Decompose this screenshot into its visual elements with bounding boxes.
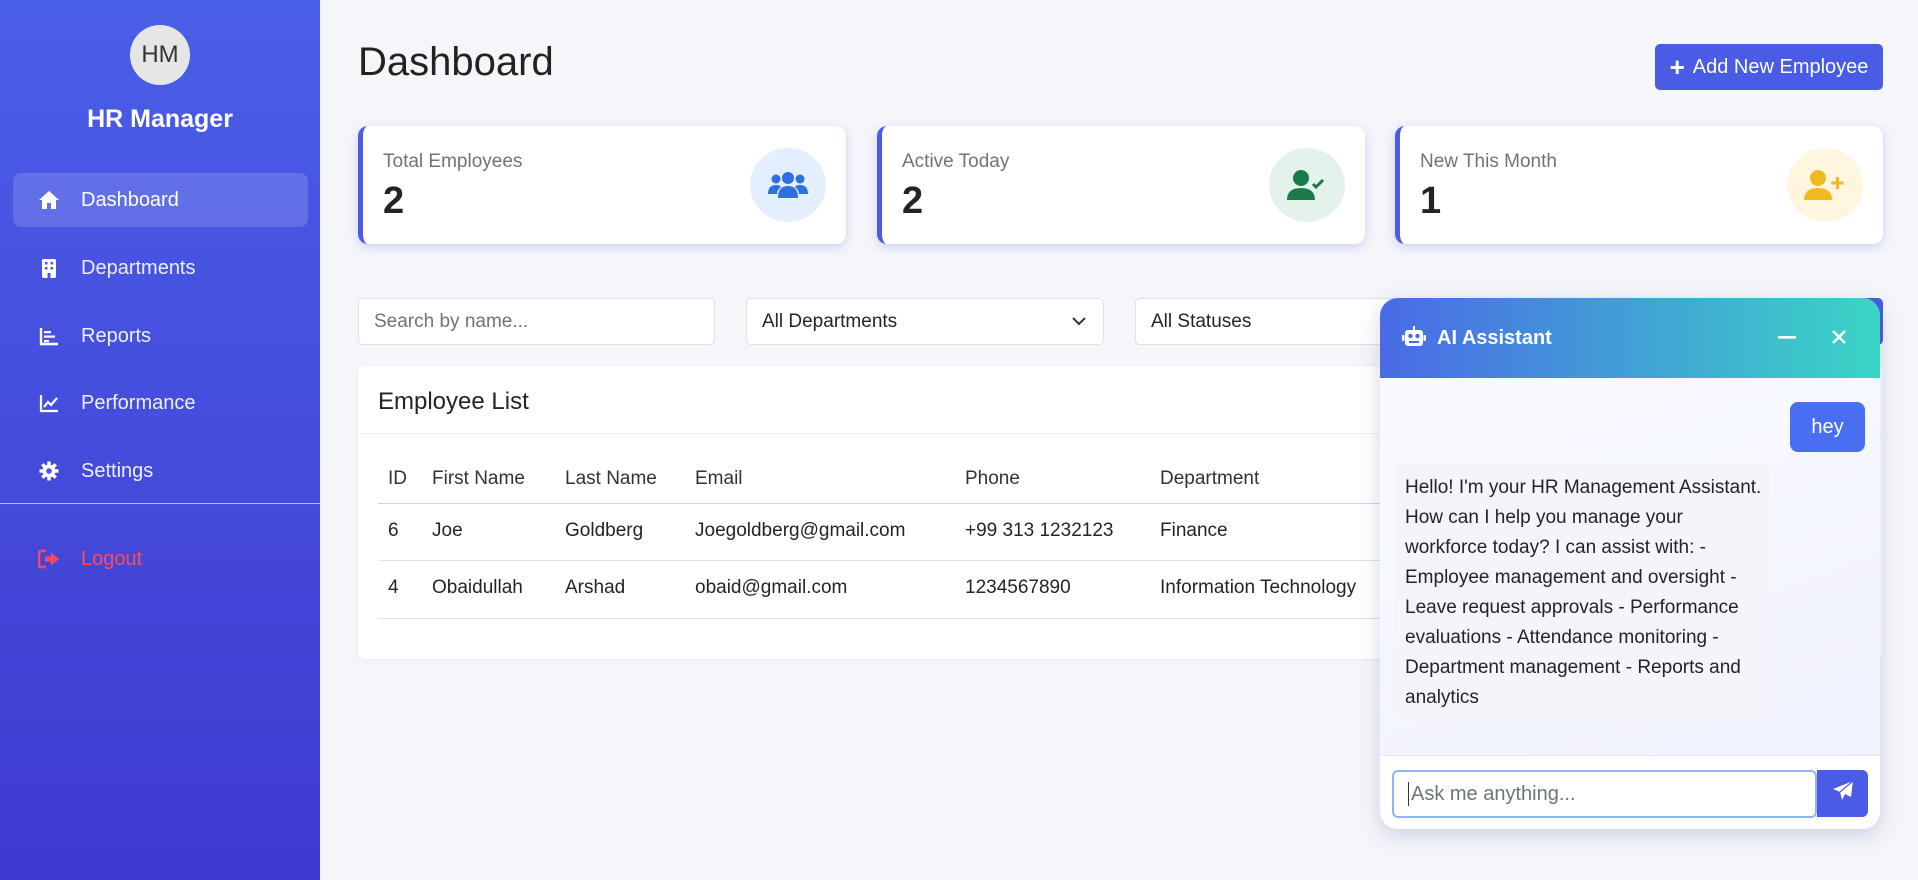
- stat-card-total-employees: Total Employees 2: [358, 126, 846, 244]
- users-icon: [750, 148, 826, 222]
- sidebar: HM HR Manager Dashboard Departments Repo…: [0, 0, 320, 880]
- cell-phone: +99 313 1232123: [965, 520, 1114, 541]
- gear-icon: [37, 459, 61, 483]
- stat-label: Active Today: [902, 151, 1010, 172]
- building-icon: [37, 256, 61, 280]
- sidebar-item-departments[interactable]: Departments: [13, 241, 308, 295]
- sidebar-item-settings[interactable]: Settings: [13, 444, 308, 498]
- send-button[interactable]: [1817, 770, 1868, 817]
- stat-card-new-this-month: New This Month 1: [1395, 126, 1883, 244]
- column-header-phone[interactable]: Phone: [965, 468, 1020, 490]
- avatar: HM: [130, 25, 190, 85]
- cell-id: 6: [388, 520, 399, 541]
- stat-label: New This Month: [1420, 151, 1557, 172]
- sidebar-item-dashboard[interactable]: Dashboard: [13, 173, 308, 227]
- sidebar-item-label: Performance: [81, 391, 196, 414]
- plus-icon: +: [1669, 52, 1685, 82]
- minimize-icon[interactable]: [1774, 325, 1800, 351]
- status-select-value: All Statuses: [1151, 310, 1252, 332]
- search-input[interactable]: Search by name...: [358, 298, 715, 345]
- ai-assistant-panel: AI Assistant hey Hello! I'm your HR Mana…: [1380, 298, 1880, 829]
- cell-email: obaid@gmail.com: [695, 577, 848, 598]
- sidebar-divider: [0, 503, 320, 504]
- cell-id: 4: [388, 577, 399, 598]
- home-icon: [37, 188, 61, 212]
- logout-button[interactable]: Logout: [13, 532, 308, 586]
- chevron-down-icon: [1071, 313, 1087, 335]
- user-plus-icon: [1787, 148, 1863, 222]
- stat-card-active-today: Active Today 2: [877, 126, 1365, 244]
- column-header-email[interactable]: Email: [695, 468, 743, 490]
- sidebar-item-label: Settings: [81, 459, 154, 482]
- cell-department: Finance: [1160, 520, 1228, 541]
- table-title: Employee List: [378, 388, 529, 415]
- user-check-icon: [1269, 148, 1345, 222]
- column-header-department[interactable]: Department: [1160, 468, 1259, 490]
- chat-header: AI Assistant: [1380, 298, 1880, 378]
- assistant-message: Hello! I'm your HR Management Assistant.…: [1395, 463, 1770, 719]
- chart-line-icon: [37, 391, 61, 415]
- logout-label: Logout: [81, 547, 143, 570]
- chat-input-placeholder: Ask me anything...: [1411, 782, 1576, 805]
- stat-value: 2: [383, 180, 405, 222]
- sidebar-item-label: Dashboard: [81, 188, 179, 211]
- sign-out-icon: [37, 547, 61, 571]
- robot-icon: [1402, 326, 1426, 353]
- sidebar-item-label: Departments: [81, 256, 196, 279]
- column-header-last-name[interactable]: Last Name: [565, 468, 657, 490]
- chat-input[interactable]: Ask me anything...: [1392, 770, 1817, 818]
- cell-first-name: Obaidullah: [432, 577, 523, 598]
- user-message: hey: [1790, 402, 1865, 452]
- column-header-id[interactable]: ID: [388, 468, 407, 490]
- brand-title: HR Manager: [87, 105, 233, 133]
- sidebar-item-label: Reports: [81, 324, 152, 347]
- add-employee-button[interactable]: + Add New Employee: [1655, 44, 1883, 90]
- stat-label: Total Employees: [383, 151, 523, 172]
- cell-email: Joegoldberg@gmail.com: [695, 520, 906, 541]
- sidebar-item-reports[interactable]: Reports: [13, 309, 308, 363]
- stat-value: 2: [902, 180, 924, 222]
- department-select[interactable]: All Departments: [746, 298, 1104, 345]
- chat-footer: Ask me anything...: [1380, 755, 1880, 829]
- add-employee-label: Add New Employee: [1692, 55, 1869, 78]
- cell-last-name: Arshad: [565, 577, 626, 598]
- cell-last-name: Goldberg: [565, 520, 644, 541]
- sidebar-item-performance[interactable]: Performance: [13, 376, 308, 430]
- page-title: Dashboard: [358, 40, 554, 84]
- department-select-value: All Departments: [762, 310, 898, 332]
- chat-title: AI Assistant: [1437, 327, 1552, 349]
- column-header-first-name[interactable]: First Name: [432, 468, 525, 490]
- cell-department: Information Technology: [1160, 577, 1357, 598]
- paper-plane-icon: [1832, 780, 1854, 807]
- cell-first-name: Joe: [432, 520, 463, 541]
- stat-value: 1: [1420, 180, 1442, 222]
- text-caret: [1408, 782, 1409, 806]
- close-icon[interactable]: [1826, 324, 1852, 350]
- cell-phone: 1234567890: [965, 577, 1071, 598]
- reports-icon: [37, 324, 61, 348]
